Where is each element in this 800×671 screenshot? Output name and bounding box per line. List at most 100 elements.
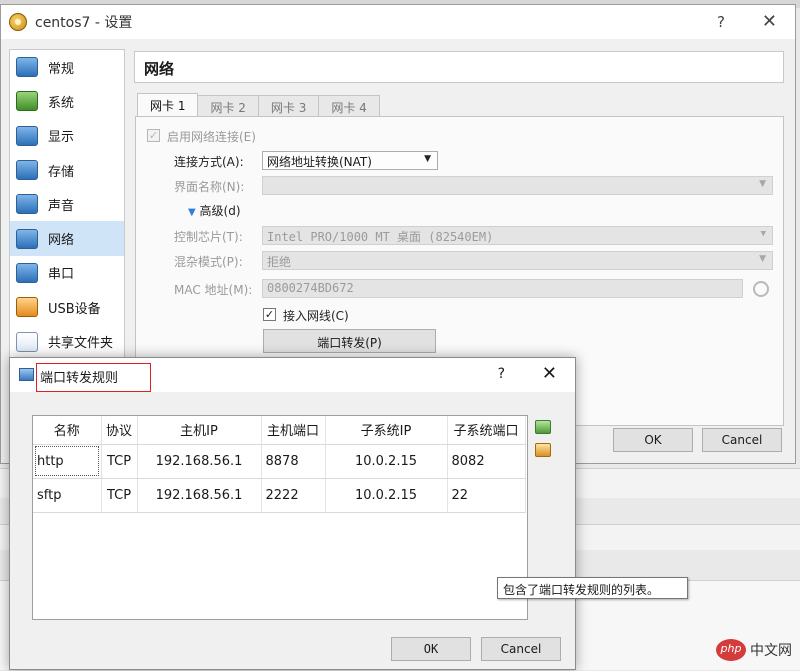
cable-connected-checkbox[interactable]: ✓ <box>263 308 276 321</box>
sidebar-item-label: 声音 <box>48 198 75 214</box>
folder-icon <box>16 331 38 352</box>
enable-adapter-checkbox[interactable]: ✓ <box>147 129 160 142</box>
adapter-type-value: Intel PRO/1000 MT 桌面 (82540EM) <box>267 230 494 244</box>
php-logo: php <box>716 639 746 661</box>
port-forwarding-button[interactable]: 端口转发(P) <box>263 329 436 353</box>
dialog-cancel-button[interactable]: Cancel <box>481 637 561 661</box>
sidebar-item-label: 系统 <box>48 95 75 111</box>
sidebar-item-usb[interactable]: USB设备 <box>10 290 124 324</box>
chevron-down-icon: ▼ <box>759 254 766 264</box>
sidebar-item-audio[interactable]: 声音 <box>10 187 124 221</box>
mac-input[interactable]: 0800274BD672 <box>262 279 743 298</box>
promiscuous-label: 混杂模式(P): <box>174 255 243 269</box>
tab-adapter-4[interactable]: 网卡 4 <box>318 95 380 117</box>
cable-connected-label: 接入网线(C) <box>283 309 349 323</box>
tab-adapter-2[interactable]: 网卡 2 <box>197 95 259 117</box>
column-header-guest-port[interactable]: 子系统端口 <box>447 416 526 445</box>
close-button[interactable]: ✕ <box>762 11 777 32</box>
cell-guest-port[interactable]: 22 <box>447 478 526 513</box>
cell-guest-port[interactable]: 8082 <box>447 444 526 479</box>
sidebar-item-system[interactable]: 系统 <box>10 84 124 118</box>
port-forwarding-dialog: 端口转发规则 ? ✕ 名称 协议 主机IP 主机端口 子系统IP 子系统端口 h… <box>9 357 576 670</box>
cell-guest-ip[interactable]: 10.0.2.15 <box>325 444 448 479</box>
page-title: 网络 <box>134 51 784 83</box>
chevron-down-icon: ▼ <box>760 229 766 239</box>
network-icon <box>19 368 34 381</box>
ok-button[interactable]: OK <box>613 428 693 452</box>
attached-to-select[interactable]: 网络地址转换(NAT) ▼ <box>262 151 438 170</box>
sidebar-item-label: 网络 <box>48 233 75 249</box>
mac-label: MAC 地址(M): <box>174 283 253 297</box>
window-title: centos7 - 设置 <box>35 15 133 31</box>
enable-adapter-label: 启用网络连接(E) <box>167 130 256 144</box>
storage-icon <box>16 160 38 181</box>
table-tooltip: 包含了端口转发规则的列表。 <box>497 577 688 599</box>
cell-protocol[interactable]: TCP <box>101 478 138 513</box>
display-icon <box>16 125 38 146</box>
mac-value: 0800274BD672 <box>267 281 354 295</box>
name-select[interactable]: ▼ <box>262 176 773 195</box>
chip-icon <box>16 91 38 112</box>
cell-host-ip[interactable]: 192.168.56.1 <box>137 478 262 513</box>
table-row[interactable]: sftp TCP 192.168.56.1 2222 10.0.2.15 22 <box>33 478 526 513</box>
cell-host-port[interactable]: 2222 <box>261 478 326 513</box>
monitor-icon <box>16 57 38 78</box>
cell-name[interactable]: http <box>33 444 102 479</box>
tab-adapter-1[interactable]: 网卡 1 <box>137 93 199 117</box>
attached-to-value: 网络地址转换(NAT) <box>267 155 372 169</box>
sidebar-item-label: 存储 <box>48 164 75 180</box>
cancel-button[interactable]: Cancel <box>702 428 782 452</box>
sidebar-item-label: 共享文件夹 <box>48 336 114 352</box>
sidebar-item-label: 常规 <box>48 61 75 77</box>
tab-adapter-3[interactable]: 网卡 3 <box>257 95 320 117</box>
refresh-mac-icon[interactable] <box>753 281 769 297</box>
advanced-label: 高级(d) <box>199 204 241 218</box>
dialog-titlebar[interactable]: 端口转发规则 ? ✕ <box>10 358 575 392</box>
sidebar-item-display[interactable]: 显示 <box>10 119 124 153</box>
promiscuous-value: 拒绝 <box>267 255 292 269</box>
column-header-host-port[interactable]: 主机端口 <box>261 416 326 445</box>
column-header-host-ip[interactable]: 主机IP <box>137 416 262 445</box>
usb-icon <box>16 297 38 318</box>
help-button[interactable]: ? <box>498 366 505 382</box>
sidebar-item-storage[interactable]: 存储 <box>10 153 124 187</box>
promiscuous-select[interactable]: 拒绝 ▼ <box>262 251 773 270</box>
highlight-annotation <box>36 363 151 392</box>
adapter-type-select[interactable]: Intel PRO/1000 MT 桌面 (82540EM) ▼ <box>262 226 773 245</box>
speaker-icon <box>16 194 38 215</box>
sidebar-item-serial-ports[interactable]: 串口 <box>10 256 124 290</box>
watermark: php 中文网 <box>716 639 792 661</box>
sidebar-item-label: 串口 <box>48 267 75 283</box>
adapter-tabs: 网卡 1 网卡 2 网卡 3 网卡 4 <box>137 93 380 117</box>
add-rule-icon[interactable] <box>535 420 551 434</box>
sidebar-item-network[interactable]: 网络 <box>10 221 124 256</box>
sidebar-item-general[interactable]: 常规 <box>10 50 124 84</box>
watermark-text: 中文网 <box>750 643 792 659</box>
adapter-type-label: 控制芯片(T): <box>174 230 243 244</box>
cell-protocol[interactable]: TCP <box>101 444 138 479</box>
attached-to-label: 连接方式(A): <box>174 155 244 169</box>
virtualbox-icon <box>9 13 27 31</box>
window-titlebar[interactable]: centos7 - 设置 ? ✕ <box>1 5 795 39</box>
remove-rule-icon[interactable] <box>535 443 551 457</box>
triangle-down-icon: ▼ <box>188 207 196 218</box>
port-rules-table[interactable]: 名称 协议 主机IP 主机端口 子系统IP 子系统端口 http TCP 192… <box>32 415 528 620</box>
table-row[interactable]: http TCP 192.168.56.1 8878 10.0.2.15 808… <box>33 444 526 479</box>
sidebar-item-label: 显示 <box>48 130 75 146</box>
cell-guest-ip[interactable]: 10.0.2.15 <box>325 478 448 513</box>
dialog-ok-button[interactable]: OK <box>391 637 471 661</box>
settings-sidebar: 常规 系统 显示 存储 声音 网络 串口 USB设备 共享文件夹 <box>9 49 125 369</box>
cell-host-ip[interactable]: 192.168.56.1 <box>137 444 262 479</box>
chevron-down-icon: ▼ <box>759 179 766 189</box>
column-header-guest-ip[interactable]: 子系统IP <box>325 416 448 445</box>
network-icon <box>16 228 38 249</box>
close-button[interactable]: ✕ <box>542 363 557 384</box>
advanced-toggle[interactable]: ▼ 高级(d) <box>188 202 241 219</box>
column-header-name[interactable]: 名称 <box>33 416 102 445</box>
column-header-protocol[interactable]: 协议 <box>101 416 138 445</box>
help-button[interactable]: ? <box>717 13 725 31</box>
cell-host-port[interactable]: 8878 <box>261 444 326 479</box>
sidebar-item-shared-folders[interactable]: 共享文件夹 <box>10 324 124 358</box>
serial-port-icon <box>16 262 38 283</box>
cell-name[interactable]: sftp <box>33 478 102 513</box>
